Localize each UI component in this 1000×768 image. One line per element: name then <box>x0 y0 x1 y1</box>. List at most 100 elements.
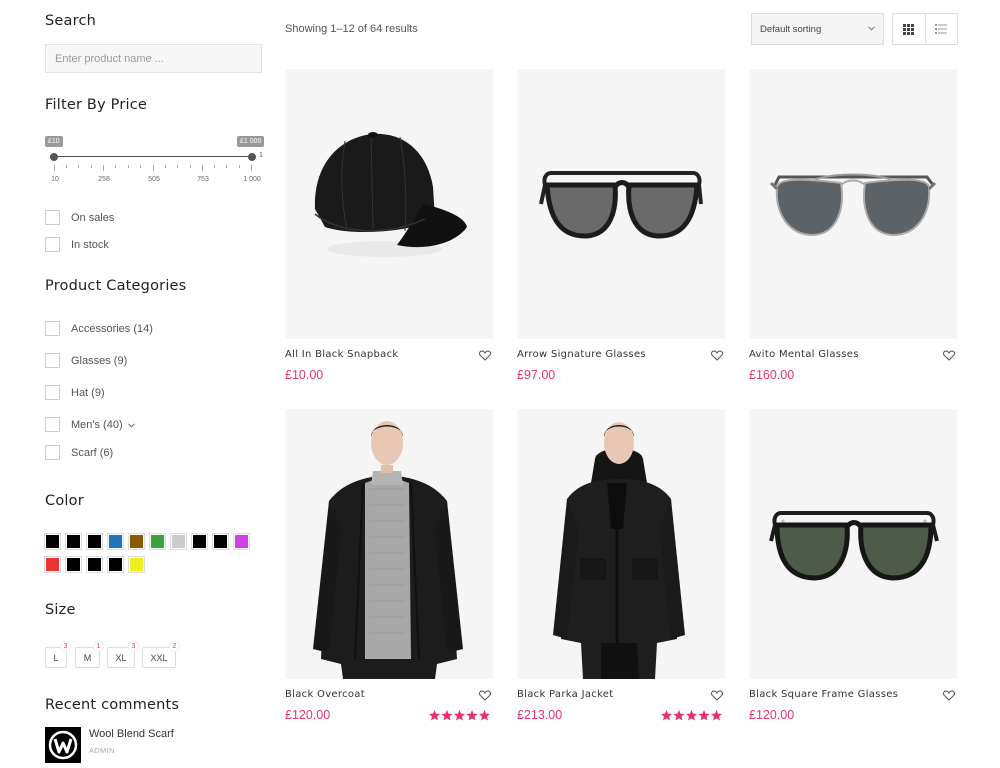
heart-icon[interactable] <box>711 688 723 706</box>
product-name[interactable]: All In Black Snapback <box>285 349 399 360</box>
color-swatch[interactable] <box>45 557 60 572</box>
chevron-down-icon[interactable] <box>127 420 135 430</box>
sort-select[interactable]: Default sorting <box>751 13 884 45</box>
category-label: Scarf (6) <box>71 446 114 459</box>
product-image[interactable] <box>285 409 493 679</box>
category-label: Hat (9) <box>71 386 105 399</box>
category-label: Men's (40) <box>71 418 123 431</box>
price-slider[interactable]: £10 £1 000 1 10 258 505 753 1 000 <box>45 134 270 186</box>
checkbox[interactable] <box>45 237 60 252</box>
view-toggle <box>892 13 958 45</box>
list-view-button[interactable] <box>924 14 957 44</box>
color-swatch[interactable] <box>129 534 144 549</box>
color-swatch[interactable] <box>192 534 207 549</box>
product-name[interactable]: Black Parka Jacket <box>517 689 613 700</box>
size-title: Size <box>45 602 76 618</box>
comment-title[interactable]: Wool Blend Scarf <box>89 728 174 740</box>
checkbox[interactable] <box>45 417 60 432</box>
color-swatch[interactable] <box>171 534 186 549</box>
tick-label: 1 000 <box>243 176 261 183</box>
product-image[interactable] <box>749 409 957 679</box>
product-card[interactable]: Black Overcoat £120.00 <box>285 409 493 722</box>
color-swatch[interactable] <box>108 557 123 572</box>
model-overcoat-image <box>313 421 463 679</box>
category-glasses[interactable]: Glasses (9) <box>45 353 127 368</box>
product-price: £10.00 <box>285 368 324 382</box>
color-swatch[interactable] <box>213 534 228 549</box>
slider-track[interactable] <box>54 156 252 157</box>
heart-icon[interactable] <box>479 348 491 366</box>
color-swatch[interactable] <box>129 557 144 572</box>
filter-on-sales[interactable]: On sales <box>45 210 114 225</box>
tick-label: 505 <box>148 176 160 183</box>
size-label: XL <box>115 652 127 663</box>
results-count: Showing 1–12 of 64 results <box>285 23 418 35</box>
product-price: £213.00 <box>517 708 563 722</box>
product-card[interactable]: Arrow Signature Glasses £97.00 <box>517 69 725 382</box>
color-swatch[interactable] <box>66 557 81 572</box>
heart-icon[interactable] <box>479 688 491 706</box>
heart-icon[interactable] <box>943 688 955 706</box>
size-count-badge: 3 <box>60 641 71 652</box>
comment-item[interactable]: Wool Blend Scarf ADMIN <box>45 727 174 763</box>
product-card[interactable]: Avito Mental Glasses £160.00 <box>749 69 957 382</box>
slider-handle-max[interactable] <box>248 153 256 161</box>
sunglasses-image <box>539 171 703 239</box>
color-swatch[interactable] <box>234 534 249 549</box>
category-accessories[interactable]: Accessories (14) <box>45 321 153 336</box>
product-price: £97.00 <box>517 368 556 382</box>
sort-value: Default sorting <box>760 23 822 35</box>
search-input[interactable] <box>45 44 262 73</box>
filter-in-stock[interactable]: In stock <box>45 237 109 252</box>
size-m[interactable]: M 1 <box>75 641 104 668</box>
color-swatch[interactable] <box>66 534 81 549</box>
product-card[interactable]: All In Black Snapback £10.00 <box>285 69 493 382</box>
checkbox[interactable] <box>45 445 60 460</box>
checkbox[interactable] <box>45 385 60 400</box>
product-name[interactable]: Avito Mental Glasses <box>749 349 859 360</box>
checkbox[interactable] <box>45 353 60 368</box>
color-swatch[interactable] <box>45 534 60 549</box>
heart-icon[interactable] <box>943 348 955 366</box>
product-image[interactable] <box>517 69 725 339</box>
color-swatch[interactable] <box>150 534 165 549</box>
color-swatch[interactable] <box>108 534 123 549</box>
size-count-badge: 1 <box>93 641 104 652</box>
checkbox[interactable] <box>45 321 60 336</box>
product-image[interactable] <box>285 69 493 339</box>
price-filter-title: Filter By Price <box>45 97 148 113</box>
color-swatch[interactable] <box>87 534 102 549</box>
sunglasses-image <box>769 511 939 581</box>
price-min-label: £10 <box>45 136 63 147</box>
color-swatch[interactable] <box>87 557 102 572</box>
product-image[interactable] <box>749 69 957 339</box>
category-scarf[interactable]: Scarf (6) <box>45 445 113 460</box>
product-name[interactable]: Black Square Frame Glasses <box>749 689 898 700</box>
category-mens[interactable]: Men's (40) <box>45 417 135 432</box>
slider-ticks <box>54 165 254 171</box>
brand-logo-icon <box>48 730 78 760</box>
product-card[interactable]: Black Parka Jacket £213.00 <box>517 409 725 722</box>
product-price: £120.00 <box>285 708 331 722</box>
size-xl[interactable]: XL 3 <box>107 641 139 668</box>
size-l[interactable]: L 3 <box>45 641 71 668</box>
avatar[interactable] <box>45 727 81 763</box>
chevron-down-icon <box>868 23 875 33</box>
heart-icon[interactable] <box>711 348 723 366</box>
product-name[interactable]: Black Overcoat <box>285 689 365 700</box>
size-xxl[interactable]: XXL 2 <box>142 641 180 668</box>
slider-handle-min[interactable] <box>50 153 58 161</box>
category-hat[interactable]: Hat (9) <box>45 385 105 400</box>
category-label: Glasses (9) <box>71 354 128 367</box>
aviator-glasses-image <box>769 173 937 237</box>
slider-end-marker: 1 <box>259 152 263 159</box>
grid-view-button[interactable] <box>893 14 925 44</box>
model-parka-image <box>553 422 685 679</box>
comment-author: ADMIN <box>89 746 115 755</box>
recent-comments-title: Recent comments <box>45 697 180 713</box>
size-label: XXL <box>150 652 168 663</box>
product-image[interactable] <box>517 409 725 679</box>
checkbox[interactable] <box>45 210 60 225</box>
product-card[interactable]: Black Square Frame Glasses £120.00 <box>749 409 957 722</box>
product-name[interactable]: Arrow Signature Glasses <box>517 349 646 360</box>
